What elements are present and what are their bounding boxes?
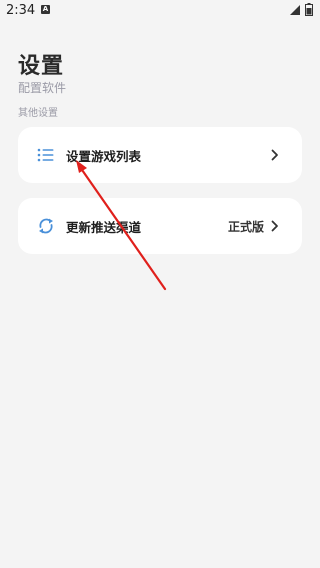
set-game-list-item[interactable]: 设置游戏列表 — [18, 127, 302, 183]
signal-icon — [290, 5, 300, 15]
chevron-right-icon — [271, 220, 278, 232]
status-bar: 2:34 A — [0, 0, 320, 22]
update-channel-item[interactable]: 更新推送渠道 正式版 — [18, 198, 302, 254]
list-icon — [37, 148, 54, 162]
page-subtitle: 配置软件 — [18, 81, 67, 95]
sync-icon — [39, 218, 53, 234]
page-title: 设置 — [18, 54, 65, 79]
notification-icon: A — [41, 5, 50, 14]
set-game-list-label: 设置游戏列表 — [66, 149, 142, 164]
update-channel-label: 更新推送渠道 — [66, 220, 142, 235]
chevron-right-icon — [271, 149, 278, 161]
status-time: 2:34 — [6, 3, 36, 18]
battery-icon — [305, 3, 313, 16]
section-label: 其他设置 — [18, 108, 58, 119]
update-channel-value: 正式版 — [227, 220, 264, 234]
